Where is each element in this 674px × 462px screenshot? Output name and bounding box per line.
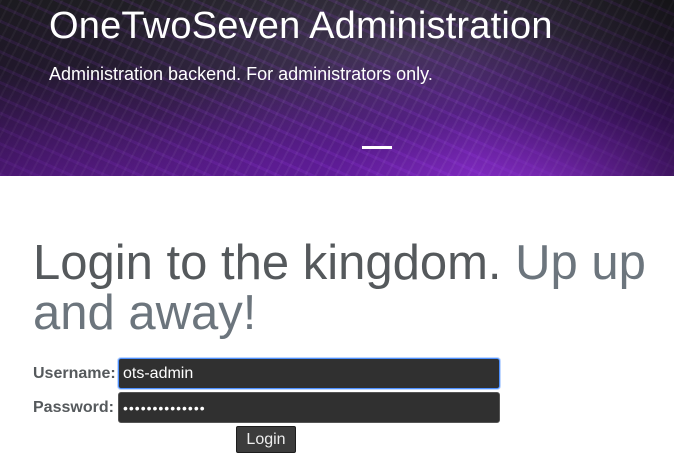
- login-button[interactable]: Login: [236, 426, 296, 453]
- username-input[interactable]: [118, 358, 500, 389]
- username-label: Username:: [33, 365, 116, 382]
- password-input[interactable]: [118, 392, 500, 423]
- password-label: Password:: [33, 399, 114, 416]
- login-form: Username: Password: Login: [0, 0, 674, 462]
